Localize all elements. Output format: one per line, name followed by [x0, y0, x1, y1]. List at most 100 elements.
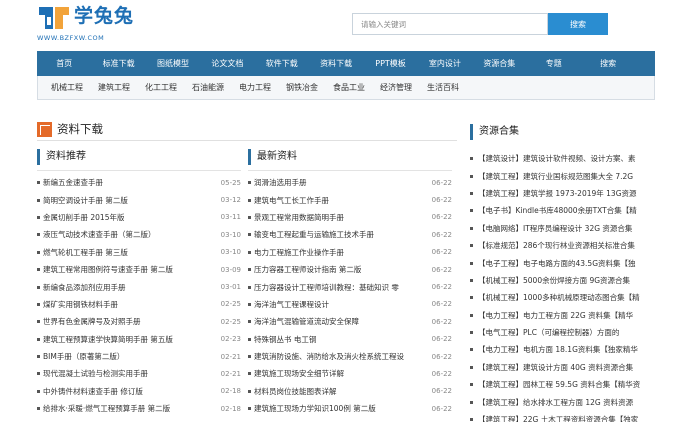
- nav-item-home[interactable]: 首页: [37, 51, 91, 76]
- item-title[interactable]: 压力容器设计工程师培训教程：基础知识 零: [248, 282, 399, 293]
- item-title-text[interactable]: 海洋油气工程课程设计: [254, 299, 329, 310]
- list-item[interactable]: 海洋油气混输管道流动安全保障 06-22: [248, 313, 452, 330]
- item-title[interactable]: 材料员岗位技能图表详解: [248, 386, 337, 397]
- item-title-text[interactable]: BIM手册（原著第二版）: [43, 351, 124, 362]
- subnav-item[interactable]: 电力工程: [239, 76, 271, 99]
- list-item[interactable]: 现代混凝土试验与检测实用手册 02-21: [37, 365, 241, 382]
- collection-title[interactable]: 【机械工程】5000余份焊接方面 9G资源合集: [478, 275, 630, 286]
- item-title[interactable]: 压力容器工程师设计指南 第二版: [248, 264, 361, 275]
- item-title[interactable]: 建筑消防设施、消防给水及消火栓系统工程设: [248, 351, 404, 362]
- item-title[interactable]: 建筑电气工长工作手册: [248, 195, 329, 206]
- collection-title[interactable]: 【建筑工程】给水排水工程方面 12G 资料资源: [478, 397, 633, 408]
- collection-title[interactable]: 【建筑工程】园林工程 59.5G 资料合集【精华资: [478, 379, 640, 390]
- item-title[interactable]: 金属切削手册 2015年版: [37, 212, 124, 223]
- collection-item[interactable]: 【机械工程】1000多种机械原理动态图合集【精: [470, 289, 660, 306]
- collection-item[interactable]: 【建筑工程】建筑学报 1973-2019年 13G资源: [470, 185, 660, 202]
- item-title[interactable]: 给排水·采暖·燃气工程预算手册 第二版: [37, 403, 170, 414]
- item-title[interactable]: 简明空调设计手册 第二版: [37, 195, 128, 206]
- subnav-item[interactable]: 机械工程: [51, 76, 83, 99]
- item-title-text[interactable]: 建筑电气工长工作手册: [254, 195, 329, 206]
- nav-item-papers[interactable]: 论文文档: [200, 51, 254, 76]
- item-title-text[interactable]: 海洋油气混输管道流动安全保障: [254, 316, 359, 327]
- list-item[interactable]: 煤矿实用钢铁材料手册 02-25: [37, 296, 241, 313]
- collection-item[interactable]: 【电力工程】电力工程方面 22G 资料集【精华: [470, 307, 660, 324]
- list-item[interactable]: 压力容器工程师设计指南 第二版 06-22: [248, 261, 452, 278]
- item-title-text[interactable]: 建筑施工现场安全细节详解: [254, 368, 344, 379]
- list-item[interactable]: 压力容器设计工程师培训教程：基础知识 零 06-22: [248, 278, 452, 295]
- list-item[interactable]: 新编食品添加剂应用手册 03-01: [37, 278, 241, 295]
- item-title[interactable]: 燃气轮机工程手册 第三版: [37, 247, 128, 258]
- item-title[interactable]: 现代混凝土试验与检测实用手册: [37, 368, 148, 379]
- item-title[interactable]: 建筑工程预算速学快算简明手册 第五版: [37, 334, 173, 345]
- item-title[interactable]: 液压气动技术速查手册（第二版）: [37, 229, 156, 240]
- collection-item[interactable]: 【电子工程】电子电路方面的43.5G资料集【独: [470, 254, 660, 271]
- item-title-text[interactable]: 输变电工程起重与运输施工技术手册: [254, 229, 374, 240]
- item-title[interactable]: 建筑施工现场力学知识100例 第二版: [248, 403, 376, 414]
- item-title[interactable]: 新编食品添加剂应用手册: [37, 282, 126, 293]
- list-item[interactable]: 材料员岗位技能图表详解 06-22: [248, 383, 452, 400]
- collection-item[interactable]: 【标准规范】286个现行林业资源相关标准合集: [470, 237, 660, 254]
- item-title-text[interactable]: 建筑工程预算速学快算简明手册 第五版: [43, 334, 173, 345]
- item-title[interactable]: 特殊钢丛书 电工钢: [248, 334, 316, 345]
- collection-item[interactable]: 【电气工程】PLC（可编程控制器）方面的: [470, 324, 660, 341]
- list-item[interactable]: 景观工程常用数据简明手册 06-22: [248, 209, 452, 226]
- list-item[interactable]: 新编五金速查手册 05-25: [37, 174, 241, 191]
- list-item[interactable]: 建筑施工现场力学知识100例 第二版 06-22: [248, 400, 452, 417]
- list-item[interactable]: 建筑电气工长工作手册 06-22: [248, 191, 452, 208]
- collection-item[interactable]: 【建筑设计】建筑设计软件视频、设计方案、素: [470, 150, 660, 167]
- collection-item[interactable]: 【电脑网络】IT程序员编程设计 32G 资源合集: [470, 220, 660, 237]
- collection-title[interactable]: 【电脑网络】IT程序员编程设计 32G 资源合集: [478, 223, 632, 234]
- nav-item-topics[interactable]: 专题: [527, 51, 581, 76]
- collection-title[interactable]: 【电子工程】电子电路方面的43.5G资料集【独: [478, 258, 636, 269]
- collection-title[interactable]: 【电力工程】电机方面 18.1G资料集【独家精华: [478, 344, 638, 355]
- collection-title[interactable]: 【建筑设计】建筑设计软件视频、设计方案、素: [478, 153, 636, 164]
- collection-item[interactable]: 【建筑工程】园林工程 59.5G 资料合集【精华资: [470, 376, 660, 393]
- item-title-text[interactable]: 建筑工程常用图例符号速查手册 第二版: [43, 264, 173, 275]
- item-title[interactable]: 景观工程常用数据简明手册: [248, 212, 344, 223]
- list-item[interactable]: 电力工程施工作业操作手册 06-22: [248, 244, 452, 261]
- subnav-item[interactable]: 经济管理: [380, 76, 412, 99]
- list-item[interactable]: 液压气动技术速查手册（第二版） 03-10: [37, 226, 241, 243]
- collection-title[interactable]: 【电子书】Kindle书库48000余册TXT合集【精: [478, 205, 637, 216]
- collection-item[interactable]: 【机械工程】5000余份焊接方面 9G资源合集: [470, 272, 660, 289]
- collection-title[interactable]: 【建筑工程】22G 土木工程资料资源合集【独家: [478, 414, 638, 422]
- collection-title[interactable]: 【电气工程】PLC（可编程控制器）方面的: [478, 327, 619, 338]
- item-title[interactable]: 建筑工程常用图例符号速查手册 第二版: [37, 264, 173, 275]
- nav-item-ppt[interactable]: PPT模板: [363, 51, 417, 76]
- collection-item[interactable]: 【建筑工程】22G 土木工程资料资源合集【独家: [470, 411, 660, 422]
- item-title[interactable]: 电力工程施工作业操作手册: [248, 247, 344, 258]
- item-title[interactable]: 润滑油选用手册: [248, 177, 307, 188]
- item-title-text[interactable]: 中外铸件材料速查手册 修订版: [43, 386, 143, 397]
- item-title-text[interactable]: 给排水·采暖·燃气工程预算手册 第二版: [43, 403, 170, 414]
- collection-title[interactable]: 【电力工程】电力工程方面 22G 资料集【精华: [478, 310, 633, 321]
- collection-item[interactable]: 【建筑工程】给水排水工程方面 12G 资料资源: [470, 393, 660, 410]
- list-item[interactable]: 电力设施保护之三十六忌06-22: [248, 417, 452, 422]
- item-title-text[interactable]: 煤矿实用钢铁材料手册: [43, 299, 118, 310]
- item-title[interactable]: 新编五金速查手册: [37, 177, 103, 188]
- item-title[interactable]: BIM手册（原著第二版）: [37, 351, 124, 362]
- item-title[interactable]: 输变电工程起重与运输施工技术手册: [248, 229, 374, 240]
- list-item[interactable]: 输变电工程起重与运输施工技术手册 06-22: [248, 226, 452, 243]
- item-title-text[interactable]: 建筑施工现场力学知识100例 第二版: [254, 403, 376, 414]
- item-title-text[interactable]: 电力工程施工作业操作手册: [254, 247, 344, 258]
- nav-item-search[interactable]: 搜索: [581, 51, 635, 76]
- search-input[interactable]: [352, 13, 548, 35]
- item-title-text[interactable]: 润滑油选用手册: [254, 177, 307, 188]
- nav-item-software[interactable]: 软件下载: [255, 51, 309, 76]
- list-item[interactable]: BIM手册（原著第二版） 02-21: [37, 348, 241, 365]
- nav-item-materials[interactable]: 资料下载: [309, 51, 363, 76]
- item-title-text[interactable]: 材料员岗位技能图表详解: [254, 386, 337, 397]
- collection-item[interactable]: 【电子书】Kindle书库48000余册TXT合集【精: [470, 202, 660, 219]
- collection-title[interactable]: 【建筑工程】建筑行业国标规范图集大全 7.2G: [478, 171, 633, 182]
- list-item[interactable]: 润滑油选用手册 06-22: [248, 174, 452, 191]
- collection-title[interactable]: 【建筑工程】建筑设计方面 40G 资料资源合集: [478, 362, 633, 373]
- item-title-text[interactable]: 压力容器工程师设计指南 第二版: [254, 264, 361, 275]
- list-item[interactable]: 电网调度典型事故及异常实用处置手册02-18: [37, 417, 241, 422]
- collection-title[interactable]: 【机械工程】1000多种机械原理动态图合集【精: [478, 292, 640, 303]
- site-logo[interactable]: 学兔兔 WWW.BZFXW.COM: [37, 3, 147, 43]
- list-item[interactable]: 建筑消防设施、消防给水及消火栓系统工程设 06-22: [248, 348, 452, 365]
- item-title-text[interactable]: 现代混凝土试验与检测实用手册: [43, 368, 148, 379]
- nav-item-standards[interactable]: 标准下载: [91, 51, 145, 76]
- subnav-item[interactable]: 建筑工程: [98, 76, 130, 99]
- list-item[interactable]: 世界有色金属牌号及对照手册 02-25: [37, 313, 241, 330]
